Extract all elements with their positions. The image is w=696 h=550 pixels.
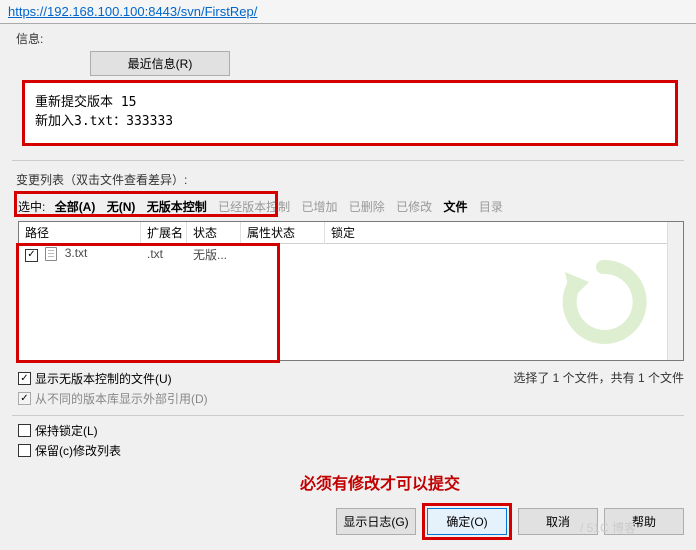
keep-locks-label: 保持锁定(L) bbox=[35, 422, 98, 439]
show-externals-checkbox bbox=[18, 392, 31, 405]
row-pstatus bbox=[241, 252, 325, 256]
filter-modified[interactable]: 已修改 bbox=[396, 200, 432, 214]
recent-info-button[interactable]: 最近信息(R) bbox=[90, 51, 230, 76]
list-header: 路径 扩展名 状态 属性状态 锁定 bbox=[19, 222, 683, 244]
show-log-button[interactable]: 显示日志(G) bbox=[336, 508, 416, 535]
url-bar: https://192.168.100.100:8443/svn/FirstRe… bbox=[0, 0, 696, 24]
scrollbar-vertical[interactable] bbox=[667, 222, 683, 360]
col-path-header[interactable]: 路径 bbox=[19, 221, 141, 244]
keep-changelist-label: 保留(c)修改列表 bbox=[35, 442, 121, 459]
filter-files[interactable]: 文件 bbox=[444, 200, 468, 214]
col-pstatus-header[interactable]: 属性状态 bbox=[241, 221, 325, 244]
filter-none[interactable]: 无(N) bbox=[107, 200, 136, 214]
filter-added[interactable]: 已增加 bbox=[301, 200, 337, 214]
ok-button[interactable]: 确定(O) bbox=[427, 508, 507, 535]
file-list[interactable]: 路径 扩展名 状态 属性状态 锁定 3.txt .txt 无版... bbox=[18, 221, 684, 361]
keep-locks-checkbox[interactable] bbox=[18, 424, 31, 437]
col-status-header[interactable]: 状态 bbox=[187, 221, 241, 244]
help-button[interactable]: 帮助 bbox=[604, 508, 684, 535]
file-icon bbox=[45, 247, 57, 261]
selection-status: 选择了 1 个文件，共有 1 个文件 bbox=[513, 369, 684, 386]
row-checkbox[interactable] bbox=[25, 249, 38, 262]
show-unversioned-checkbox[interactable] bbox=[18, 372, 31, 385]
filter-dirs[interactable]: 目录 bbox=[479, 200, 503, 214]
keep-changelist-checkbox[interactable] bbox=[18, 444, 31, 457]
show-externals-label: 从不同的版本库显示外部引用(D) bbox=[35, 390, 208, 407]
col-ext-header[interactable]: 扩展名 bbox=[141, 221, 187, 244]
col-lock-header[interactable]: 锁定 bbox=[325, 221, 683, 244]
url-link[interactable]: https://192.168.100.100:8443/svn/FirstRe… bbox=[8, 4, 257, 19]
cancel-button[interactable]: 取消 bbox=[518, 508, 598, 535]
filter-all[interactable]: 全部(A) bbox=[55, 200, 96, 214]
refresh-watermark-icon bbox=[543, 252, 663, 352]
info-group-label: 信息: bbox=[0, 24, 696, 51]
commit-message-textarea[interactable]: 重新提交版本 15 新加入3.txt：333333 bbox=[22, 80, 678, 146]
row-filename: 3.txt bbox=[65, 246, 88, 260]
show-unversioned-label: 显示无版本控制的文件(U) bbox=[35, 370, 172, 387]
annotation-text: 必须有修改才可以提交 bbox=[300, 470, 460, 494]
row-ext: .txt bbox=[141, 245, 187, 263]
row-status: 无版... bbox=[187, 244, 241, 265]
changes-group-label: 变更列表（双击文件查看差异）: bbox=[0, 161, 696, 192]
filter-versioned[interactable]: 已经版本控制 bbox=[218, 200, 290, 214]
select-label: 选中: bbox=[18, 200, 45, 214]
filter-unversioned[interactable]: 无版本控制 bbox=[147, 200, 207, 214]
filter-deleted[interactable]: 已删除 bbox=[349, 200, 385, 214]
